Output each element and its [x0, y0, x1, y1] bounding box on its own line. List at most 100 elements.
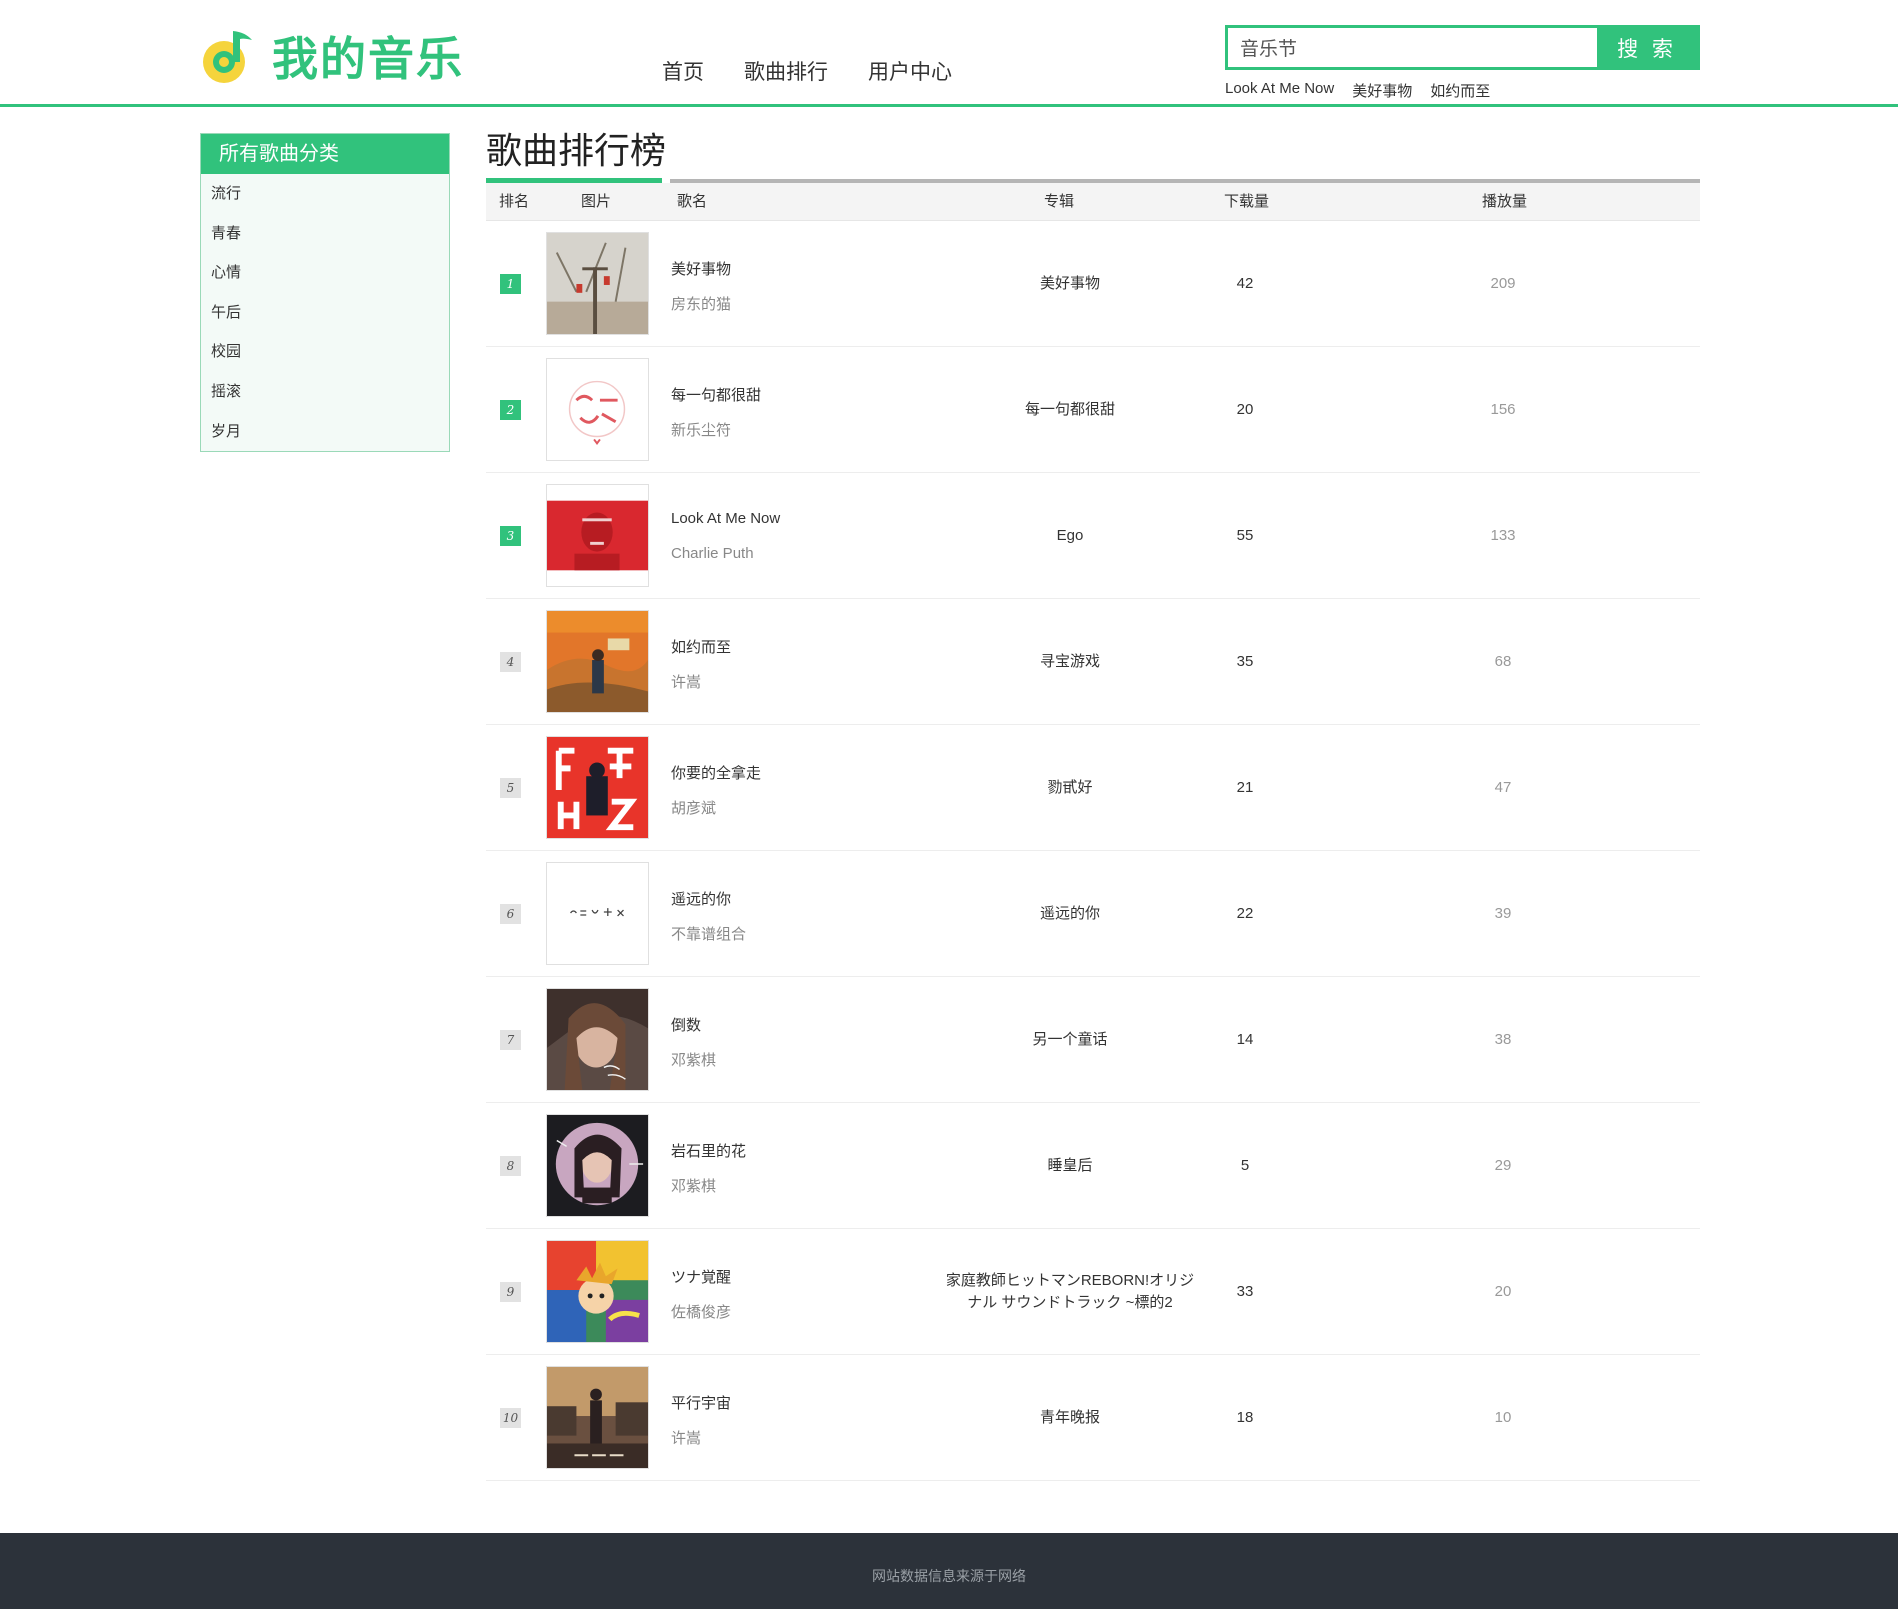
album-link[interactable]: 每一句都很甜 [940, 347, 1200, 473]
download-count: 35 [1236, 653, 1254, 670]
play-count: 38 [1494, 1031, 1512, 1048]
singer-link[interactable]: 新乐尘符 [671, 419, 731, 440]
rank-badge: 9 [500, 1282, 521, 1302]
song-name-link[interactable]: 你要的全拿走 [671, 762, 761, 783]
rank-badge: 2 [500, 400, 521, 420]
download-count: 42 [1236, 275, 1254, 292]
column-header-plays: 播放量 [1482, 193, 1528, 210]
table-row: 10 平行宇宙 许嵩 青年晚报 18 10 [486, 1355, 1700, 1481]
site-logo[interactable]: 我的音乐 [200, 26, 464, 86]
hot-word-link[interactable]: 美好事物 [1352, 80, 1412, 101]
album-link[interactable]: Ego [940, 473, 1200, 599]
album-link[interactable]: 勠甙好 [940, 725, 1200, 851]
play-count: 156 [1490, 401, 1516, 418]
singer-link[interactable]: Charlie Puth [671, 545, 754, 562]
album-link[interactable]: 美好事物 [940, 221, 1200, 347]
page-title: 歌曲排行榜 [486, 131, 667, 172]
song-name-link[interactable]: 遥远的你 [671, 888, 731, 909]
play-count: 20 [1494, 1283, 1512, 1300]
hot-search-words: Look At Me Now 美好事物 如约而至 [1225, 80, 1508, 101]
song-name-link[interactable]: 每一句都很甜 [671, 384, 761, 405]
search-button[interactable]: 搜 索 [1597, 28, 1697, 67]
main-nav: 首页 歌曲排行 用户中心 [662, 56, 992, 86]
hot-word-link[interactable]: Look At Me Now [1225, 80, 1334, 101]
play-count: 47 [1494, 779, 1512, 796]
nav-home[interactable]: 首页 [662, 56, 704, 86]
category-sidebar: 所有歌曲分类 流行 青春 心情 午后 校园 摇滚 岁月 [200, 133, 450, 452]
column-header-downloads: 下载量 [1224, 193, 1270, 210]
sidebar-item-years[interactable]: 岁月 [201, 412, 449, 452]
rank-badge: 1 [500, 274, 521, 294]
download-count: 20 [1236, 401, 1254, 418]
download-count: 33 [1236, 1283, 1254, 1300]
play-count: 10 [1494, 1409, 1512, 1426]
album-link[interactable]: 寻宝游戏 [940, 599, 1200, 725]
song-name-link[interactable]: 平行宇宙 [671, 1392, 731, 1413]
hot-word-link[interactable]: 如约而至 [1430, 80, 1490, 101]
rank-badge: 8 [500, 1156, 521, 1176]
singer-link[interactable]: 不靠谱组合 [671, 923, 746, 944]
album-cover-image[interactable] [546, 1114, 649, 1217]
table-row: 1 美好事物 房东的猫 美好事物 42 209 [486, 221, 1700, 347]
play-count: 39 [1494, 905, 1512, 922]
logo-text: 我的音乐 [272, 32, 464, 86]
album-link[interactable]: 另一个童话 [940, 977, 1200, 1103]
song-name-link[interactable]: 岩石里的花 [671, 1140, 746, 1161]
song-name-link[interactable]: Look At Me Now [671, 510, 780, 527]
sidebar-item-campus[interactable]: 校园 [201, 332, 449, 372]
singer-link[interactable]: 邓紫棋 [671, 1049, 716, 1070]
album-cover-image[interactable] [546, 484, 649, 587]
album-cover-image[interactable] [546, 1366, 649, 1469]
sidebar-item-rock[interactable]: 摇滚 [201, 372, 449, 412]
album-cover-image[interactable] [546, 736, 649, 839]
song-name-link[interactable]: ツナ覚醒 [671, 1266, 731, 1287]
table-row: 4 如约而至 许嵩 寻宝游戏 35 68 [486, 599, 1700, 725]
singer-link[interactable]: 房东的猫 [671, 293, 731, 314]
play-count: 68 [1494, 653, 1512, 670]
album-cover-image[interactable] [546, 988, 649, 1091]
song-name-link[interactable]: 倒数 [671, 1014, 701, 1035]
table-row: 7 倒数 邓紫棋 另一个童话 14 38 [486, 977, 1700, 1103]
album-cover-image[interactable] [546, 862, 649, 965]
table-row: 6 遥远的你 不靠谱组合 遥远的你 22 39 [486, 851, 1700, 977]
site-header: 我的音乐 首页 歌曲排行 用户中心 搜 索 Look At Me Now 美好事… [0, 0, 1898, 107]
table-row: 3 Look At Me Now Charlie Puth Ego 55 133 [486, 473, 1700, 599]
album-cover-image[interactable] [546, 358, 649, 461]
album-link[interactable]: 遥远的你 [940, 851, 1200, 977]
column-header-song: 歌名 [677, 193, 708, 210]
singer-link[interactable]: 胡彦斌 [671, 797, 716, 818]
singer-link[interactable]: 许嵩 [671, 1427, 701, 1448]
sidebar-item-mood[interactable]: 心情 [201, 253, 449, 293]
rank-badge: 4 [500, 652, 521, 672]
site-footer: 网站数据信息来源于网络 [0, 1533, 1898, 1609]
play-count: 133 [1490, 527, 1516, 544]
nav-song-ranking[interactable]: 歌曲排行 [744, 56, 828, 86]
download-count: 21 [1236, 779, 1254, 796]
table-header: 排名 图片 歌名 专辑 下载量 播放量 [486, 183, 1700, 221]
play-count: 209 [1490, 275, 1516, 292]
rank-badge: 5 [500, 778, 521, 798]
column-header-rank: 排名 [499, 193, 530, 210]
album-link[interactable]: 睡皇后 [940, 1103, 1200, 1229]
sidebar-item-afternoon[interactable]: 午后 [201, 293, 449, 333]
album-link[interactable]: 家庭教師ヒットマンREBORN!オリジナル サウンドトラック ~標的2 [940, 1229, 1200, 1355]
table-row: 5 你要的全拿走 胡彦斌 勠甙好 21 47 [486, 725, 1700, 851]
song-name-link[interactable]: 美好事物 [671, 258, 731, 279]
footer-text: 网站数据信息来源于网络 [872, 1568, 1026, 1584]
album-link[interactable]: 青年晚报 [940, 1355, 1200, 1481]
sidebar-item-pop[interactable]: 流行 [201, 174, 449, 214]
album-cover-image[interactable] [546, 232, 649, 335]
download-count: 22 [1236, 905, 1254, 922]
nav-user-center[interactable]: 用户中心 [868, 56, 952, 86]
singer-link[interactable]: 许嵩 [671, 671, 701, 692]
album-cover-image[interactable] [546, 1240, 649, 1343]
album-cover-image[interactable] [546, 610, 649, 713]
rank-badge: 10 [500, 1408, 521, 1428]
search-input[interactable] [1228, 28, 1597, 67]
singer-link[interactable]: 邓紫棋 [671, 1175, 716, 1196]
play-count: 29 [1494, 1157, 1512, 1174]
rank-badge: 3 [500, 526, 521, 546]
singer-link[interactable]: 佐橋俊彦 [671, 1301, 731, 1322]
sidebar-item-youth[interactable]: 青春 [201, 214, 449, 254]
song-name-link[interactable]: 如约而至 [671, 636, 731, 657]
